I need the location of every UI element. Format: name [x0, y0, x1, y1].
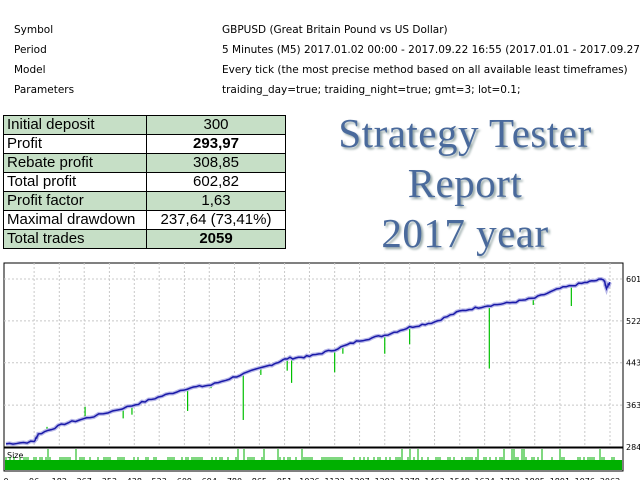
stats-row: Total profit 602,82	[3, 172, 286, 192]
info-value: Every tick (the most precise method base…	[222, 64, 628, 76]
info-label: Model	[14, 64, 46, 76]
stat-value: 602,82	[146, 172, 286, 192]
stats-row: Initial deposit 300	[3, 115, 286, 135]
stat-label: Total trades	[3, 229, 147, 249]
stat-label: Maximal drawdown	[3, 210, 147, 230]
stat-label: Profit factor	[3, 191, 147, 211]
y-tick-label: 443	[626, 359, 640, 368]
stat-label: Initial deposit	[3, 115, 147, 135]
stat-value: 2059	[146, 229, 286, 249]
stat-value: 308,85	[146, 153, 286, 173]
title-line: Strategy Tester	[338, 110, 592, 156]
y-tick-label: 284	[626, 443, 640, 452]
info-label: Parameters	[14, 84, 75, 96]
info-value: GBPUSD (Great Britain Pound vs US Dollar…	[222, 24, 448, 36]
report-title: Strategy Tester Report 2017 year	[292, 108, 638, 258]
info-label: Period	[14, 44, 47, 56]
title-line: Report	[407, 160, 523, 206]
stat-label: Total profit	[3, 172, 147, 192]
stats-table: Initial deposit 300 Profit 293,97 Rebate p…	[3, 115, 286, 249]
stats-row: Total trades 2059	[3, 229, 286, 249]
stats-row: Profit 293,97	[3, 134, 286, 154]
y-tick-label: 601	[626, 275, 640, 284]
stats-row: Rebate profit 308,85	[3, 153, 286, 173]
stat-value: 293,97	[146, 134, 286, 154]
stat-value: 300	[146, 115, 286, 135]
equity-chart: 6015224433632840961822673534385236096947…	[3, 262, 640, 480]
info-value: traiding_day=true; traiding_night=true; …	[222, 84, 521, 96]
size-label: Size	[7, 451, 24, 460]
y-tick-label: 363	[626, 401, 640, 410]
info-label: Symbol	[14, 24, 54, 36]
stats-row: Profit factor 1,63	[3, 191, 286, 211]
stat-value: 1,63	[146, 191, 286, 211]
stat-label: Profit	[3, 134, 147, 154]
info-value: 5 Minutes (M5) 2017.01.02 00:00 - 2017.0…	[222, 44, 640, 56]
stat-label: Rebate profit	[3, 153, 147, 173]
title-line: 2017 year	[381, 210, 549, 256]
stat-value: 237,64 (73,41%)	[146, 210, 286, 230]
stats-row: Maximal drawdown 237,64 (73,41%)	[3, 210, 286, 230]
y-tick-label: 522	[626, 317, 640, 326]
